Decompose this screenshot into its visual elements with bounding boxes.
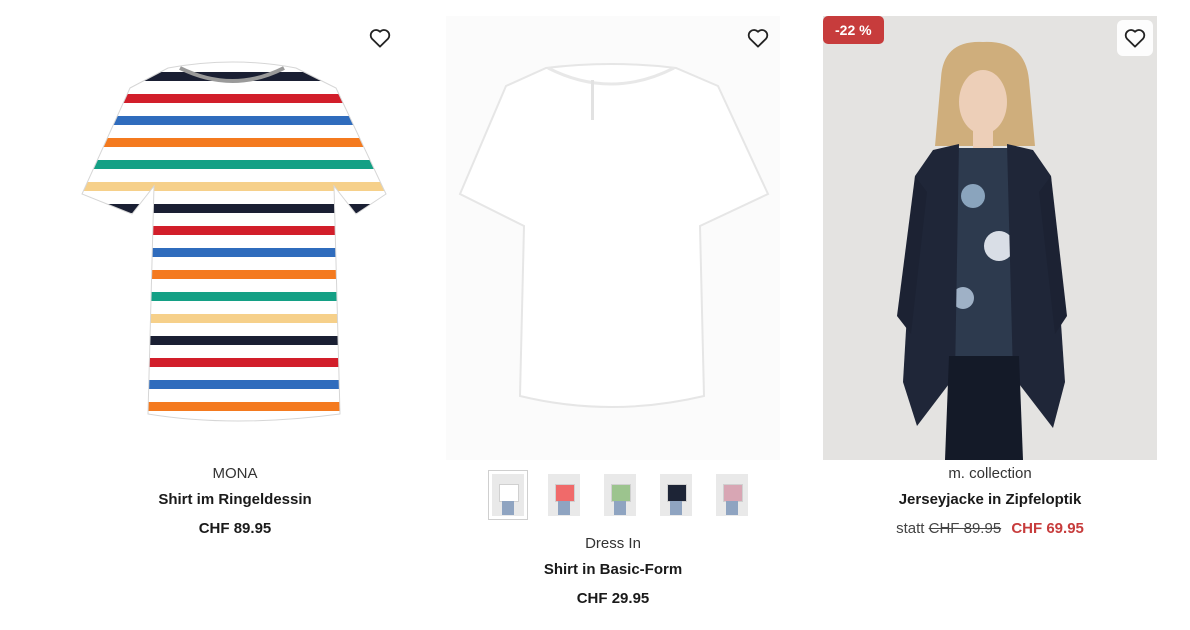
thumbnail-shirt-swatch [667, 484, 687, 502]
product-price: statt CHF 89.95 CHF 69.95 [823, 520, 1157, 537]
product-price: CHF 89.95 [198, 520, 272, 537]
thumbnail-color-4[interactable] [656, 470, 696, 520]
product-price: CHF 29.95 [576, 590, 650, 607]
thumbnail-shirt-swatch [555, 484, 575, 502]
thumbnail-legs [502, 501, 514, 515]
heart-outline-icon [1124, 29, 1146, 48]
thumbnail-color-2[interactable] [544, 470, 584, 520]
model-thumbnail-image [716, 474, 748, 516]
wishlist-button-3[interactable] [1117, 20, 1153, 56]
model-thumbnail-image [660, 474, 692, 516]
striped-shirt-image [81, 61, 387, 422]
thumbnail-legs [726, 501, 738, 515]
heart-outline-icon [369, 29, 391, 48]
wishlist-button-2[interactable] [740, 20, 776, 56]
product-image-3[interactable]: -22 % [823, 16, 1157, 460]
thumbnail-color-1[interactable] [488, 470, 528, 520]
wishlist-button-1[interactable] [362, 20, 398, 56]
thumbnail-shirt-swatch [723, 484, 743, 502]
product-image-2[interactable] [446, 16, 780, 460]
product-name[interactable]: Shirt in Basic-Form [446, 561, 780, 578]
product-brand: Dress In [585, 535, 641, 552]
thumbnail-color-5[interactable] [712, 470, 752, 520]
thumbnail-legs [670, 501, 682, 515]
thumbnail-shirt-swatch [499, 484, 519, 502]
statt-label: statt [896, 520, 925, 537]
product-name[interactable]: Shirt im Ringeldessin [68, 491, 402, 508]
thumbnail-legs [558, 501, 570, 515]
white-shirt-image [446, 16, 780, 460]
old-price: CHF 89.95 [928, 520, 1002, 537]
model-thumbnail-image [492, 474, 524, 516]
discount-badge: -22 % [823, 16, 884, 44]
product-brand: MONA [212, 465, 258, 482]
thumbnail-legs [614, 501, 626, 515]
product-brand: m. collection [948, 465, 1032, 482]
model-thumbnail-image [604, 474, 636, 516]
color-thumbnails [488, 470, 752, 520]
thumbnail-color-3[interactable] [600, 470, 640, 520]
model-thumbnail-image [548, 474, 580, 516]
thumbnail-shirt-swatch [611, 484, 631, 502]
product-image-1[interactable] [68, 16, 402, 460]
heart-outline-icon [747, 29, 769, 48]
model-jacket-image [823, 16, 1157, 460]
product-name[interactable]: Jerseyjacke in Zipfeloptik [823, 491, 1157, 508]
sale-price: CHF 69.95 [1011, 520, 1084, 537]
